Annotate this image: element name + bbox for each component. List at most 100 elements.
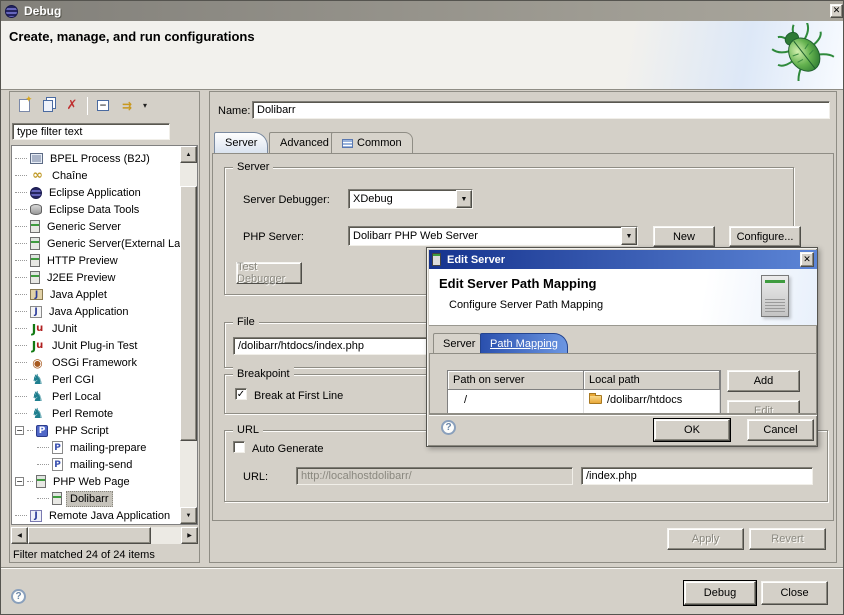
configure-server-button[interactable]: Configure... xyxy=(729,226,801,247)
tab-common[interactable]: Common xyxy=(331,132,413,153)
break-first-line-checkbox[interactable]: ✓ xyxy=(235,388,247,400)
tree-item-php-script[interactable]: −PHP Script xyxy=(15,422,177,439)
duplicate-icon xyxy=(43,100,53,112)
tree-item-php-web-page[interactable]: −PHP Web Page xyxy=(15,473,177,490)
tree-item-eclipse-application[interactable]: Eclipse Application xyxy=(15,184,177,201)
auto-generate-checkbox[interactable] xyxy=(233,441,245,453)
tree-item-j2ee-preview[interactable]: J2EE Preview xyxy=(15,269,177,286)
tree-horizontal-scrollbar[interactable]: ◀ ▶ xyxy=(11,527,198,544)
duplicate-configuration-button[interactable] xyxy=(36,95,60,116)
column-local-path: Local path xyxy=(584,371,720,390)
bug-icon xyxy=(771,23,835,81)
cancel-button[interactable]: Cancel xyxy=(747,419,814,441)
dialog-tab-path-mapping[interactable]: Path Mapping xyxy=(480,333,568,353)
server-debugger-select[interactable]: XDebug ▼ xyxy=(348,189,473,209)
java-icon xyxy=(30,306,42,318)
close-icon: ✕ xyxy=(803,255,811,265)
eclipse-logo-icon xyxy=(5,5,18,18)
name-input[interactable] xyxy=(252,101,830,119)
vertical-scroll-thumb[interactable] xyxy=(180,186,197,441)
chevron-down-icon[interactable]: ▼ xyxy=(456,190,472,208)
tree-item-perl-cgi[interactable]: Perl CGI xyxy=(15,371,177,388)
delete-configuration-button[interactable]: ✗ xyxy=(60,95,84,116)
auto-generate-label: Auto Generate xyxy=(252,443,324,455)
dialog-tab-server[interactable]: Server xyxy=(433,333,485,353)
tree-item-generic-server[interactable]: Generic Server xyxy=(15,218,177,235)
close-icon: ✕ xyxy=(833,6,841,16)
revert-button: Revert xyxy=(749,528,826,550)
sidebar-toolbar: ✦ ✗ − ⇉ ▾ xyxy=(12,95,151,116)
window-title: Debug xyxy=(24,4,61,18)
help-button[interactable]: ? xyxy=(11,589,26,604)
url-base-input xyxy=(296,467,573,485)
new-server-button[interactable]: New xyxy=(653,226,715,247)
dialog-help-button[interactable]: ? xyxy=(441,420,456,435)
url-label: URL: xyxy=(243,471,268,483)
scroll-right-button[interactable]: ▶ xyxy=(181,527,198,544)
tree-item-java-application[interactable]: Java Application xyxy=(15,303,177,320)
close-button[interactable]: Close xyxy=(761,581,828,605)
scroll-down-button[interactable]: ▼ xyxy=(180,507,197,524)
configurations-sidebar: ✦ ✗ − ⇉ ▾ BPEL Process (B2J) Chaîne Ecli… xyxy=(9,91,200,563)
collapse-expander-icon[interactable]: − xyxy=(15,426,24,435)
tree-item-generic-server-external[interactable]: Generic Server(External La xyxy=(15,235,177,252)
tree-item-chaine[interactable]: Chaîne xyxy=(15,167,177,184)
collapse-all-button[interactable]: − xyxy=(91,95,115,116)
delete-icon: ✗ xyxy=(67,98,78,113)
server-path-cell: / xyxy=(448,390,584,409)
path-mapping-table: Path on server Local path / /dolibarr/ht… xyxy=(447,370,721,414)
collapse-all-icon: − xyxy=(97,100,109,111)
ok-button[interactable]: OK xyxy=(654,419,730,441)
scroll-left-button[interactable]: ◀ xyxy=(11,527,28,544)
horizontal-scroll-thumb[interactable] xyxy=(28,527,151,544)
tree-item-perl-local[interactable]: Perl Local xyxy=(15,388,177,405)
window-close-button[interactable]: ✕ xyxy=(830,4,843,18)
tree-vertical-scrollbar[interactable]: ▲ ▼ xyxy=(180,146,197,524)
table-row[interactable]: / /dolibarr/htdocs xyxy=(448,390,720,409)
arrow-left-icon: ◀ xyxy=(17,532,22,539)
php-server-select[interactable]: Dolibarr PHP Web Server ▼ xyxy=(348,226,638,246)
tree-item-http-preview[interactable]: HTTP Preview xyxy=(15,252,177,269)
test-debugger-button: Test Debugger xyxy=(236,262,302,284)
dialog-separator xyxy=(429,414,817,416)
scroll-up-button[interactable]: ▲ xyxy=(180,146,197,163)
server-debugger-label: Server Debugger: xyxy=(243,194,330,206)
tree-item-bpel[interactable]: BPEL Process (B2J) xyxy=(15,150,177,167)
filter-launch-button[interactable]: ⇉ xyxy=(115,95,139,116)
chevron-down-icon: ▾ xyxy=(143,101,147,110)
php-server-label: PHP Server: xyxy=(243,231,304,243)
dialog-close-button[interactable]: ✕ xyxy=(800,252,814,267)
tree-item-remote-java-application[interactable]: Remote Java Application xyxy=(15,507,177,524)
add-mapping-button[interactable]: Add xyxy=(727,370,800,392)
tree-item-java-applet[interactable]: Java Applet xyxy=(15,286,177,303)
collapse-expander-icon[interactable]: − xyxy=(15,477,24,486)
url-group-label: URL xyxy=(233,423,263,437)
server-tower-icon xyxy=(761,275,789,317)
banner-title: Create, manage, and run configurations xyxy=(9,29,255,44)
tree-item-eclipse-data-tools[interactable]: Eclipse Data Tools xyxy=(15,201,177,218)
tree-item-osgi-framework[interactable]: OSGi Framework xyxy=(15,354,177,371)
tree-item-dolibarr[interactable]: Dolibarr xyxy=(15,490,177,507)
tree-item-mailing-prepare[interactable]: mailing-prepare xyxy=(15,439,177,456)
name-label: Name: xyxy=(218,105,250,117)
debug-window: Debug ✕ Create, manage, and run configur… xyxy=(0,0,844,615)
tab-server[interactable]: Server xyxy=(214,132,268,153)
url-path-input[interactable] xyxy=(581,467,813,485)
junit-icon xyxy=(30,322,45,336)
chevron-down-icon[interactable]: ▼ xyxy=(621,227,637,245)
tree-item-junit-plugin-test[interactable]: JUnit Plug-in Test xyxy=(15,337,177,354)
tree-item-perl-remote[interactable]: Perl Remote xyxy=(15,405,177,422)
filter-icon: ⇉ xyxy=(122,99,132,113)
help-icon: ? xyxy=(445,422,451,433)
debug-button[interactable]: Debug xyxy=(684,581,756,605)
tab-advanced[interactable]: Advanced xyxy=(269,132,340,153)
toolbar-menu-button[interactable]: ▾ xyxy=(139,95,151,116)
server-group-label: Server xyxy=(233,160,273,174)
php-file-icon xyxy=(52,458,63,471)
tree-item-junit[interactable]: JUnit xyxy=(15,320,177,337)
footer-separator xyxy=(1,567,844,569)
new-configuration-button[interactable]: ✦ xyxy=(12,95,36,116)
tree-item-mailing-send[interactable]: mailing-send xyxy=(15,456,177,473)
filter-input[interactable] xyxy=(12,123,170,140)
server-icon xyxy=(30,254,40,267)
